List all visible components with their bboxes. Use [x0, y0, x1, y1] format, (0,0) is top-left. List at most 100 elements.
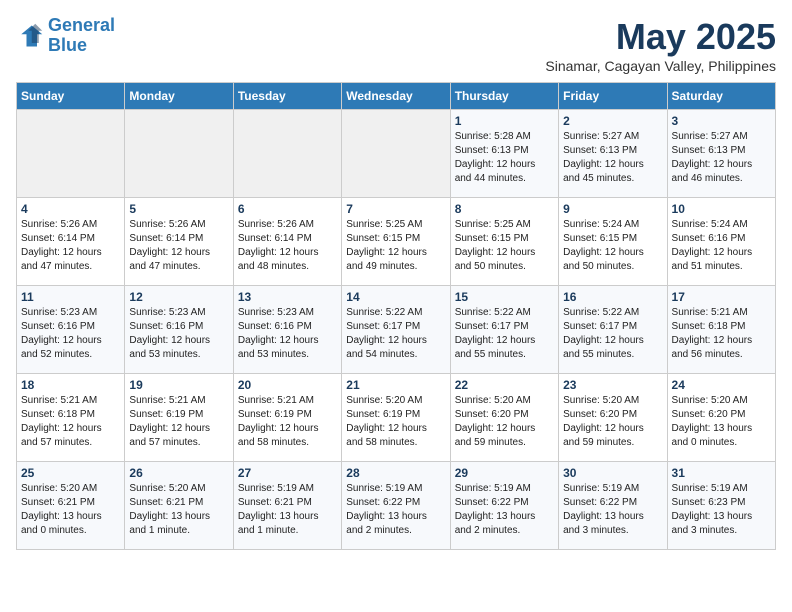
- day-number: 5: [129, 202, 228, 216]
- calendar-cell: 21 Sunrise: 5:20 AM Sunset: 6:19 PM Dayli…: [342, 374, 450, 462]
- day-info: Sunrise: 5:26 AM Sunset: 6:14 PM Dayligh…: [21, 218, 120, 274]
- day-number: 2: [563, 114, 662, 128]
- day-number: 30: [563, 466, 662, 480]
- day-info: Sunrise: 5:21 AM Sunset: 6:18 PM Dayligh…: [672, 306, 771, 362]
- day-number: 20: [238, 378, 337, 392]
- calendar-cell: 31 Sunrise: 5:19 AM Sunset: 6:23 PM Dayli…: [667, 462, 775, 550]
- day-number: 6: [238, 202, 337, 216]
- calendar-cell: 22Sunrise: 5:20 AM Sunset: 6:20 PM Dayli…: [450, 374, 558, 462]
- weekday-header: Monday: [125, 83, 233, 110]
- calendar-cell: 3 Sunrise: 5:27 AM Sunset: 6:13 PM Daylig…: [667, 110, 775, 198]
- day-number: 9: [563, 202, 662, 216]
- day-number: 31: [672, 466, 771, 480]
- calendar-cell: 20 Sunrise: 5:21 AM Sunset: 6:19 PM Dayli…: [233, 374, 341, 462]
- day-number: 7: [346, 202, 445, 216]
- calendar-cell: 14 Sunrise: 5:22 AM Sunset: 6:17 PM Dayli…: [342, 286, 450, 374]
- day-info: Sunrise: 5:22 AM Sunset: 6:17 PM Dayligh…: [346, 306, 445, 362]
- day-info: Sunrise: 5:20 AM Sunset: 6:21 PM Dayligh…: [129, 482, 228, 538]
- day-info: Sunrise: 5:23 AM Sunset: 6:16 PM Dayligh…: [129, 306, 228, 362]
- day-info: Sunrise: 5:21 AM Sunset: 6:18 PM Dayligh…: [21, 394, 120, 450]
- calendar-cell: 27 Sunrise: 5:19 AM Sunset: 6:21 PM Dayli…: [233, 462, 341, 550]
- day-number: 3: [672, 114, 771, 128]
- day-number: 4: [21, 202, 120, 216]
- calendar-cell: 29 Sunrise: 5:19 AM Sunset: 6:22 PM Dayli…: [450, 462, 558, 550]
- day-number: 8: [455, 202, 554, 216]
- day-info: Sunrise: 5:28 AM Sunset: 6:13 PM Dayligh…: [455, 130, 554, 186]
- logo-line2: Blue: [48, 35, 87, 55]
- calendar-cell: 18 Sunrise: 5:21 AM Sunset: 6:18 PM Dayli…: [17, 374, 125, 462]
- day-info: Sunrise: 5:20 AM Sunset: 6:20 PM Dayligh…: [672, 394, 771, 450]
- calendar-cell: 17 Sunrise: 5:21 AM Sunset: 6:18 PM Dayli…: [667, 286, 775, 374]
- day-info: Sunrise: 5:20 AM Sunset: 6:20 PM Dayligh…: [563, 394, 662, 450]
- day-number: 18: [21, 378, 120, 392]
- calendar-cell: 10 Sunrise: 5:24 AM Sunset: 6:16 PM Dayli…: [667, 198, 775, 286]
- calendar-cell: [125, 110, 233, 198]
- calendar-cell: 28Sunrise: 5:19 AM Sunset: 6:22 PM Dayli…: [342, 462, 450, 550]
- calendar-cell: 30Sunrise: 5:19 AM Sunset: 6:22 PM Dayli…: [559, 462, 667, 550]
- day-info: Sunrise: 5:22 AM Sunset: 6:17 PM Dayligh…: [455, 306, 554, 362]
- calendar-cell: 16 Sunrise: 5:22 AM Sunset: 6:17 PM Dayli…: [559, 286, 667, 374]
- day-number: 17: [672, 290, 771, 304]
- calendar-cell: 19Sunrise: 5:21 AM Sunset: 6:19 PM Dayli…: [125, 374, 233, 462]
- calendar-cell: 7 Sunrise: 5:25 AM Sunset: 6:15 PM Daylig…: [342, 198, 450, 286]
- day-info: Sunrise: 5:23 AM Sunset: 6:16 PM Dayligh…: [238, 306, 337, 362]
- calendar-week-row: 11 Sunrise: 5:23 AM Sunset: 6:16 PM Dayli…: [17, 286, 776, 374]
- day-number: 25: [21, 466, 120, 480]
- logo: General Blue: [16, 16, 115, 56]
- day-number: 19: [129, 378, 228, 392]
- day-number: 27: [238, 466, 337, 480]
- calendar-cell: 4 Sunrise: 5:26 AM Sunset: 6:14 PM Daylig…: [17, 198, 125, 286]
- day-number: 23: [563, 378, 662, 392]
- day-info: Sunrise: 5:19 AM Sunset: 6:22 PM Dayligh…: [455, 482, 554, 538]
- calendar-week-row: 1Sunrise: 5:28 AM Sunset: 6:13 PM Daylig…: [17, 110, 776, 198]
- calendar-table: SundayMondayTuesdayWednesdayThursdayFrid…: [16, 82, 776, 550]
- day-number: 12: [129, 290, 228, 304]
- day-number: 16: [563, 290, 662, 304]
- day-info: Sunrise: 5:23 AM Sunset: 6:16 PM Dayligh…: [21, 306, 120, 362]
- day-number: 26: [129, 466, 228, 480]
- day-number: 14: [346, 290, 445, 304]
- calendar-cell: 5Sunrise: 5:26 AM Sunset: 6:14 PM Daylig…: [125, 198, 233, 286]
- day-number: 10: [672, 202, 771, 216]
- day-info: Sunrise: 5:25 AM Sunset: 6:15 PM Dayligh…: [455, 218, 554, 274]
- calendar-cell: 2Sunrise: 5:27 AM Sunset: 6:13 PM Daylig…: [559, 110, 667, 198]
- page-header: General Blue May 2025 Sinamar, Cagayan V…: [16, 16, 776, 74]
- weekday-header-row: SundayMondayTuesdayWednesdayThursdayFrid…: [17, 83, 776, 110]
- day-number: 21: [346, 378, 445, 392]
- calendar-week-row: 18 Sunrise: 5:21 AM Sunset: 6:18 PM Dayli…: [17, 374, 776, 462]
- calendar-cell: 6 Sunrise: 5:26 AM Sunset: 6:14 PM Daylig…: [233, 198, 341, 286]
- calendar-cell: 12 Sunrise: 5:23 AM Sunset: 6:16 PM Dayli…: [125, 286, 233, 374]
- title-block: May 2025 Sinamar, Cagayan Valley, Philip…: [545, 16, 776, 74]
- logo-text: General Blue: [48, 16, 115, 56]
- day-info: Sunrise: 5:19 AM Sunset: 6:21 PM Dayligh…: [238, 482, 337, 538]
- weekday-header: Thursday: [450, 83, 558, 110]
- month-title: May 2025: [545, 16, 776, 58]
- day-number: 11: [21, 290, 120, 304]
- day-info: Sunrise: 5:25 AM Sunset: 6:15 PM Dayligh…: [346, 218, 445, 274]
- logo-line1: General: [48, 15, 115, 35]
- weekday-header: Sunday: [17, 83, 125, 110]
- location-subtitle: Sinamar, Cagayan Valley, Philippines: [545, 58, 776, 74]
- day-info: Sunrise: 5:24 AM Sunset: 6:16 PM Dayligh…: [672, 218, 771, 274]
- weekday-header: Saturday: [667, 83, 775, 110]
- weekday-header: Tuesday: [233, 83, 341, 110]
- day-info: Sunrise: 5:27 AM Sunset: 6:13 PM Dayligh…: [672, 130, 771, 186]
- calendar-cell: 1Sunrise: 5:28 AM Sunset: 6:13 PM Daylig…: [450, 110, 558, 198]
- calendar-cell: 24Sunrise: 5:20 AM Sunset: 6:20 PM Dayli…: [667, 374, 775, 462]
- day-info: Sunrise: 5:22 AM Sunset: 6:17 PM Dayligh…: [563, 306, 662, 362]
- calendar-cell: 25Sunrise: 5:20 AM Sunset: 6:21 PM Dayli…: [17, 462, 125, 550]
- day-info: Sunrise: 5:20 AM Sunset: 6:20 PM Dayligh…: [455, 394, 554, 450]
- calendar-week-row: 25 Sunrise: 5:20 AM Sunset: 6:21 PM Dayli…: [17, 462, 776, 550]
- day-info: Sunrise: 5:26 AM Sunset: 6:14 PM Dayligh…: [238, 218, 337, 274]
- day-info: Sunrise: 5:19 AM Sunset: 6:22 PM Dayligh…: [346, 482, 445, 538]
- weekday-header: Wednesday: [342, 83, 450, 110]
- calendar-cell: 23 Sunrise: 5:20 AM Sunset: 6:20 PM Dayli…: [559, 374, 667, 462]
- weekday-header: Friday: [559, 83, 667, 110]
- day-info: Sunrise: 5:20 AM Sunset: 6:19 PM Dayligh…: [346, 394, 445, 450]
- day-info: Sunrise: 5:21 AM Sunset: 6:19 PM Dayligh…: [238, 394, 337, 450]
- calendar-cell: 11 Sunrise: 5:23 AM Sunset: 6:16 PM Dayli…: [17, 286, 125, 374]
- calendar-cell: 15Sunrise: 5:22 AM Sunset: 6:17 PM Dayli…: [450, 286, 558, 374]
- day-info: Sunrise: 5:19 AM Sunset: 6:23 PM Dayligh…: [672, 482, 771, 538]
- day-number: 29: [455, 466, 554, 480]
- calendar-cell: 13Sunrise: 5:23 AM Sunset: 6:16 PM Dayli…: [233, 286, 341, 374]
